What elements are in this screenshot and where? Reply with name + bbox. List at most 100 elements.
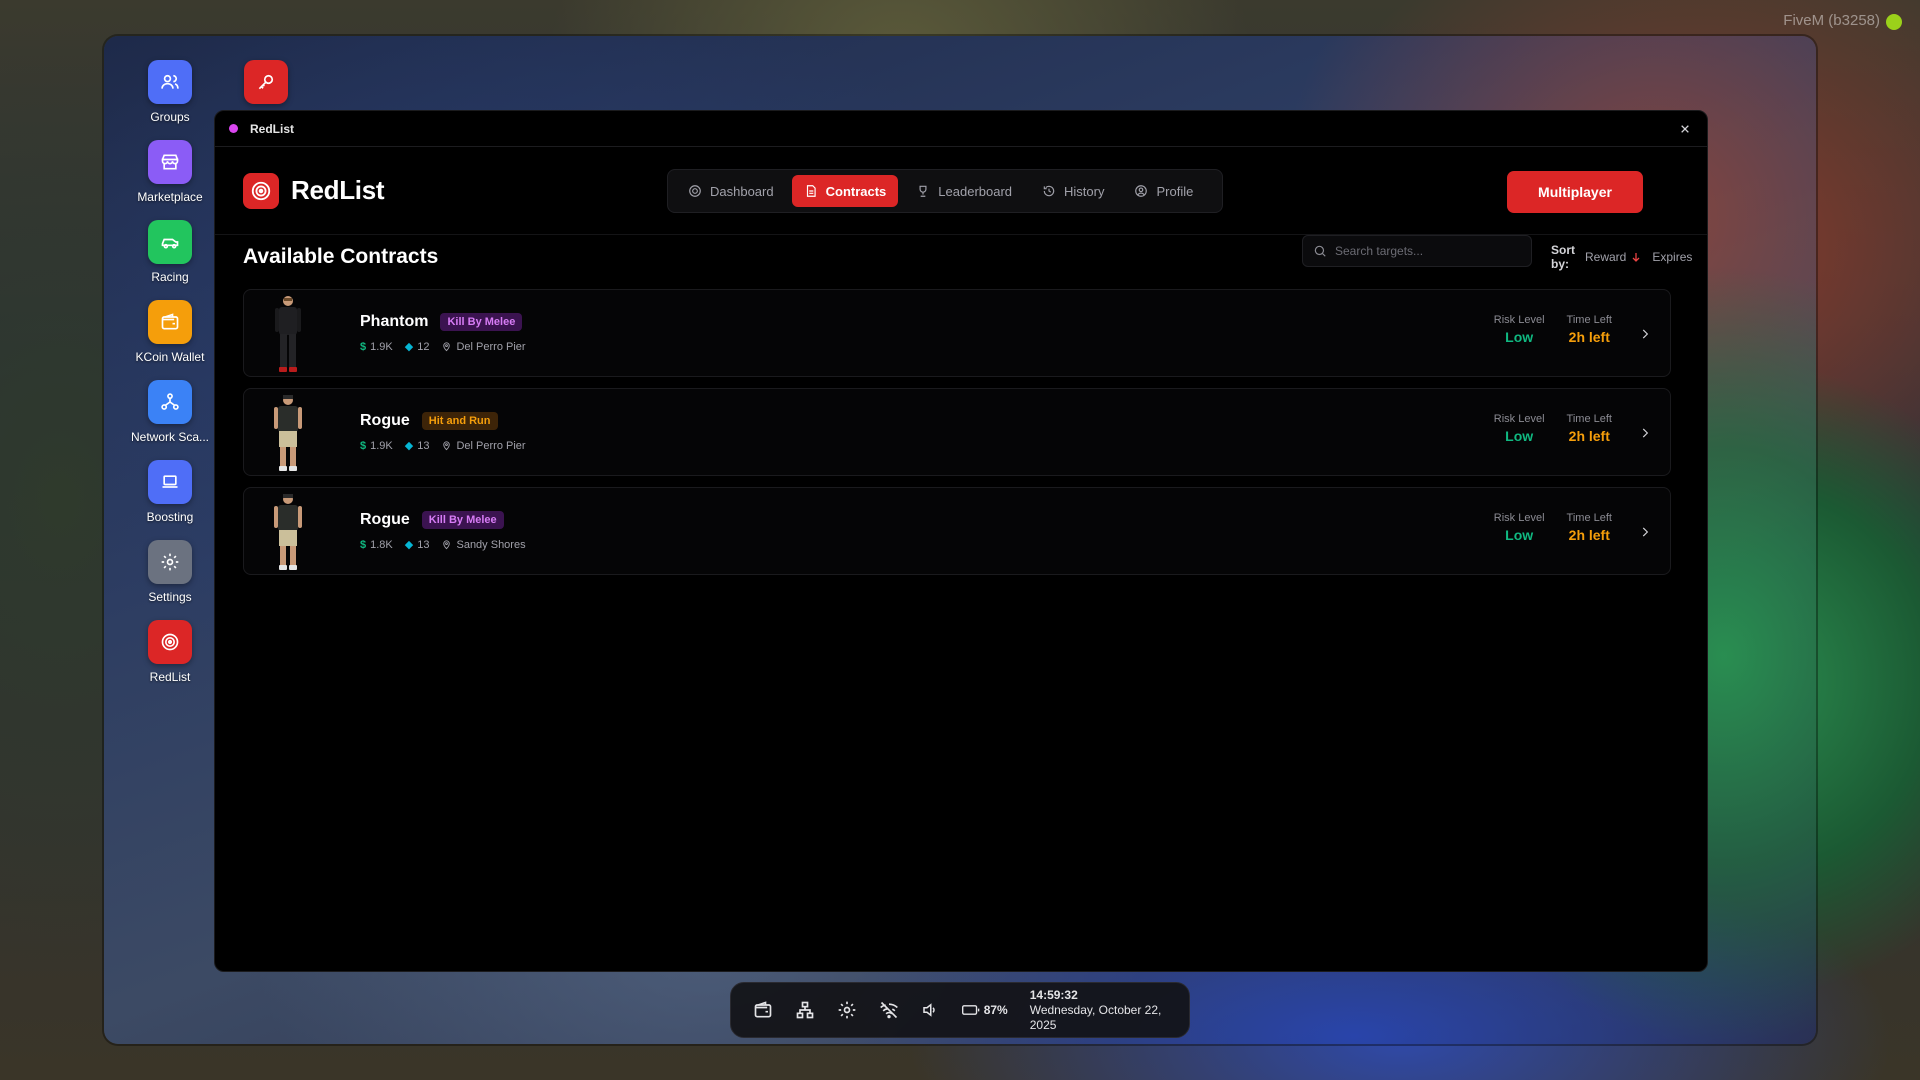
dollar-icon: $: [360, 340, 367, 353]
dock-label: RedList: [149, 670, 191, 684]
target-avatar: [258, 389, 318, 475]
target-icon: [243, 172, 279, 209]
arrow-down-icon: [1632, 253, 1640, 262]
tab-profile[interactable]: Profile: [1122, 175, 1205, 207]
fivem-status-icon: [1886, 14, 1902, 30]
dock-app-kcoin-wallet[interactable]: KCoin Wallet: [120, 300, 220, 380]
reward-value: 1.9K: [370, 439, 393, 452]
dock-label: Settings: [148, 590, 192, 604]
document-icon: [806, 185, 816, 197]
diamond-icon: ◆: [404, 440, 414, 452]
redlist-window: RedList RedList Dashboard Contracts Lead…: [214, 110, 1708, 972]
dock-app-marketplace[interactable]: Marketplace: [120, 140, 220, 220]
search-box[interactable]: [1302, 235, 1532, 267]
gear-icon: [148, 540, 192, 584]
target-icon: [148, 620, 192, 664]
rep-value: 12: [417, 340, 430, 353]
diamond-icon: ◆: [404, 539, 414, 551]
target-avatar: [258, 488, 318, 574]
contract-card[interactable]: Rogue Kill By Melee $1.8K ◆ 13 Sandy Shor…: [243, 487, 1671, 575]
battery-status: 87%: [961, 1003, 1008, 1017]
contract-info: Rogue Kill By Melee $1.8K ◆ 13 Sandy Shor…: [360, 511, 526, 551]
map-pin-icon: [443, 342, 451, 352]
tab-dashboard[interactable]: Dashboard: [676, 175, 786, 207]
key-icon[interactable]: [244, 60, 288, 104]
volume-icon[interactable]: [921, 999, 940, 1021]
risk-label: Risk Level: [1493, 413, 1545, 425]
close-icon[interactable]: [1677, 121, 1693, 137]
contract-info: Phantom Kill By Melee $1.9K ◆ 12 Del Perr…: [360, 313, 526, 353]
diamond-icon: ◆: [404, 341, 414, 353]
clock-time: 14:59:32: [1029, 987, 1078, 1002]
sort-label: Sort by:: [1551, 243, 1575, 271]
risk-value: Low: [1505, 329, 1534, 345]
dollar-icon: $: [360, 538, 367, 551]
tab-label: History: [1064, 183, 1105, 199]
contracts-view: Available Contracts Sort by: Reward Expi…: [215, 235, 1707, 575]
wifi-off-icon[interactable]: [879, 999, 899, 1021]
dock-label: KCoin Wallet: [135, 350, 205, 364]
target-name: Rogue: [360, 511, 410, 528]
reward-value: 1.9K: [370, 340, 393, 353]
dock-label: Marketplace: [137, 190, 203, 204]
multiplayer-button[interactable]: Multiplayer: [1507, 171, 1643, 213]
dock-app-network-scanner[interactable]: Network Sca...: [120, 380, 220, 460]
contract-card[interactable]: Rogue Hit and Run $1.9K ◆ 13 Del Perro Pi…: [243, 388, 1671, 476]
target-avatar: [258, 290, 318, 376]
gear-icon[interactable]: [837, 999, 857, 1021]
dock-app-redlist[interactable]: RedList: [120, 620, 220, 700]
clock-date: Wednesday, October 22, 2025: [1029, 1002, 1162, 1032]
dock-label: Racing: [151, 270, 189, 284]
taskbar: 87% 14:59:32 Wednesday, October 22, 2025: [730, 982, 1190, 1038]
dock-app-settings[interactable]: Settings: [120, 540, 220, 620]
gauge-icon: [689, 185, 701, 197]
dock-app-boosting[interactable]: Boosting: [120, 460, 220, 540]
laptop-icon: [148, 460, 192, 504]
app-dock: Groups Marketplace Racing KCoin Wallet N…: [120, 60, 220, 700]
dock-app-racing[interactable]: Racing: [120, 220, 220, 300]
clock: 14:59:32 Wednesday, October 22, 2025: [1030, 988, 1167, 1033]
wallet-icon[interactable]: [753, 999, 773, 1021]
fivem-build-label: FiveM (b3258): [1783, 12, 1880, 29]
reward-value: 1.8K: [370, 538, 393, 551]
history-icon: [1043, 185, 1055, 197]
time-left-value: 2h left: [1568, 527, 1610, 543]
wallet-icon: [148, 300, 192, 344]
sort-option-reward[interactable]: Reward: [1585, 250, 1642, 264]
contract-card[interactable]: Phantom Kill By Melee $1.9K ◆ 12 Del Perr…: [243, 289, 1671, 377]
risk-value: Low: [1505, 428, 1534, 444]
tablet-screen: Groups Marketplace Racing KCoin Wallet N…: [104, 36, 1816, 1044]
map-pin-icon: [443, 441, 451, 451]
time-left-label: Time Left: [1566, 314, 1612, 326]
tab-history[interactable]: History: [1030, 175, 1116, 207]
sort-controls: Sort by: Reward Expires: [1551, 243, 1692, 271]
dock-app-groups[interactable]: Groups: [120, 60, 220, 140]
location-value: Sandy Shores: [456, 538, 526, 551]
battery-icon: [961, 1005, 979, 1015]
brand-name: RedList: [291, 175, 385, 205]
search-input[interactable]: [1335, 244, 1515, 258]
contract-type-badge: Hit and Run: [421, 412, 498, 430]
dock-label: Groups: [150, 110, 190, 124]
network-icon[interactable]: [795, 999, 815, 1021]
tab-label: Leaderboard: [938, 183, 1013, 199]
tab-label: Dashboard: [710, 183, 774, 199]
contract-type-badge: Kill By Melee: [440, 313, 523, 331]
network-icon: [148, 380, 192, 424]
contract-type-badge: Kill By Melee: [421, 511, 504, 529]
users-icon: [148, 60, 192, 104]
tab-leaderboard[interactable]: Leaderboard: [904, 175, 1024, 207]
tab-label: Contracts: [825, 183, 887, 199]
time-left-label: Time Left: [1566, 512, 1612, 524]
tab-contracts[interactable]: Contracts: [791, 175, 899, 207]
time-left-value: 2h left: [1568, 329, 1610, 345]
trophy-icon: [919, 185, 927, 197]
location-value: Del Perro Pier: [456, 439, 526, 452]
chevron-right-icon: [1642, 329, 1649, 339]
time-left-value: 2h left: [1568, 428, 1610, 444]
sort-option-expires[interactable]: Expires: [1652, 250, 1692, 264]
contracts-list: Phantom Kill By Melee $1.9K ◆ 12 Del Perr…: [243, 289, 1671, 575]
contract-info: Rogue Hit and Run $1.9K ◆ 13 Del Perro Pi…: [360, 412, 526, 452]
contracts-header: Available Contracts Sort by: Reward Expi…: [243, 235, 1692, 279]
dock-label: Network Sca...: [130, 430, 210, 444]
